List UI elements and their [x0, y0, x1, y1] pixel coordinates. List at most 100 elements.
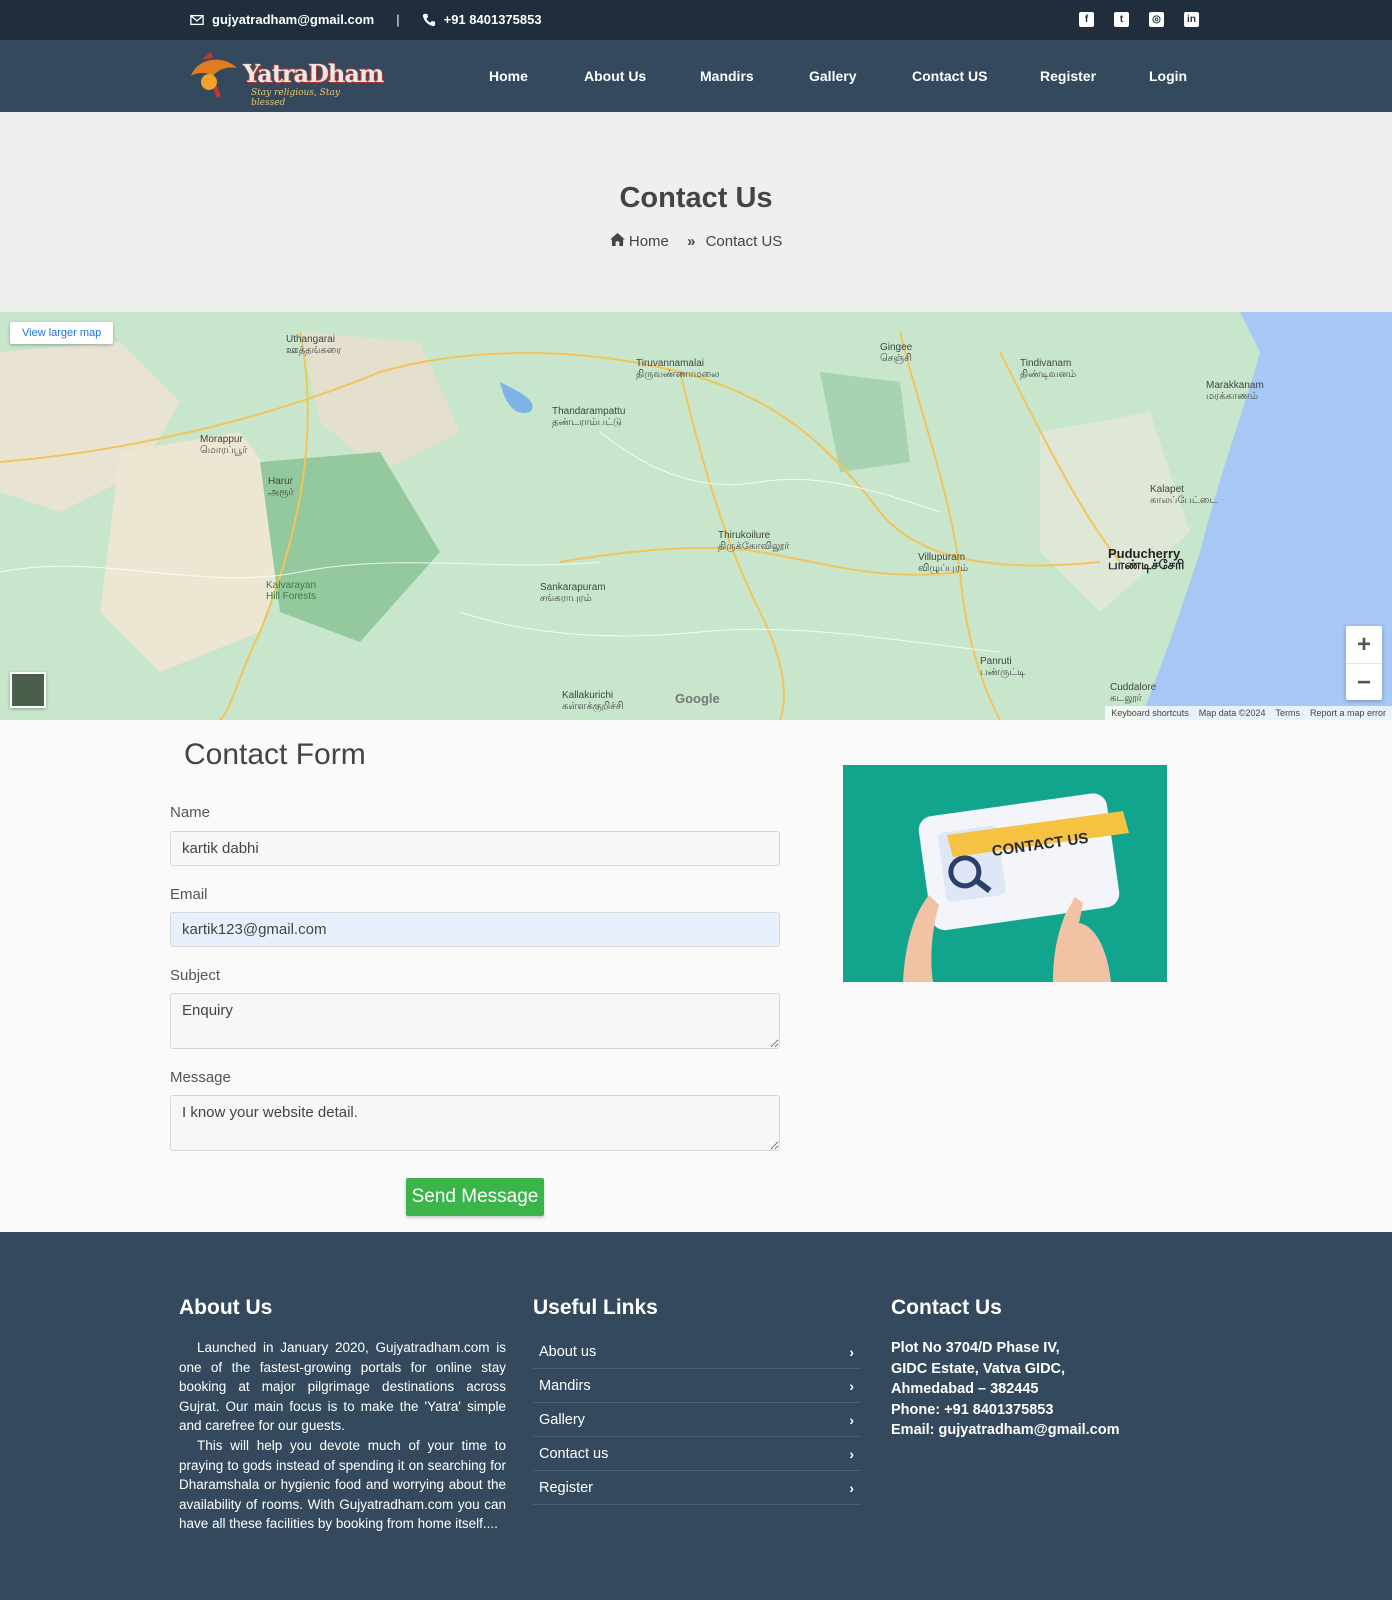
email-input[interactable]	[170, 912, 780, 947]
nav-contact-us[interactable]: Contact US	[912, 68, 987, 84]
chevron-right-icon: ›	[849, 1411, 854, 1428]
top-email[interactable]: gujyatradham@gmail.com	[212, 12, 374, 27]
top-bar: gujyatradham@gmail.com | +91 8401375853 …	[0, 0, 1392, 40]
phone-icon	[422, 13, 435, 26]
map-label: Thirukoilure திருக்கோவிலூர்	[718, 530, 790, 552]
footer-link-mandirs[interactable]: Mandirs ›	[533, 1369, 860, 1403]
double-chevron-icon: »	[687, 232, 696, 250]
terms-link[interactable]: Terms	[1275, 708, 1300, 718]
nav-login[interactable]: Login	[1149, 68, 1187, 84]
contact-form-title: Contact Form	[184, 738, 366, 771]
footer-about-paragraph: Launched in January 2020, Gujyatradham.c…	[179, 1340, 506, 1434]
zoom-out-button[interactable]: −	[1346, 663, 1382, 700]
map-label: Tiruvannamalai திருவண்ணாமலை	[636, 358, 720, 380]
map-label: Kalapet காலப்பேட்டை	[1150, 484, 1218, 506]
home-icon	[609, 232, 625, 250]
address-line: Ahmedabad – 382445	[891, 1381, 1039, 1398]
map-label: Sankarapuram சங்கராபுரம்	[540, 582, 606, 604]
send-message-button[interactable]: Send Message	[406, 1178, 544, 1216]
name-label: Name	[170, 804, 211, 821]
footer-about-text: Launched in January 2020, Gujyatradham.c…	[179, 1338, 506, 1534]
nav-mandirs[interactable]: Mandirs	[700, 68, 754, 84]
zoom-in-button[interactable]: +	[1346, 626, 1382, 663]
address-line: GIDC Estate, Vatva GIDC,	[891, 1360, 1066, 1377]
footer-link-about[interactable]: About us ›	[533, 1335, 860, 1369]
map-attribution: Keyboard shortcuts Map data ©2024 Terms …	[1105, 706, 1392, 720]
subject-input[interactable]: Enquiry	[170, 993, 780, 1049]
top-phone[interactable]: +91 8401375853	[444, 12, 542, 27]
map-label: Puducherry பாண்டிச்சேரி	[1108, 546, 1185, 572]
map-label: Gingee செஞ்சி	[880, 342, 913, 364]
name-input[interactable]	[170, 831, 780, 866]
map-label: Kalvarayan Hill Forests	[266, 580, 317, 602]
logo-text: YatraDham	[243, 59, 384, 88]
linkedin-icon[interactable]: in	[1184, 12, 1199, 27]
page-header: Contact Us Home » Contact US	[0, 112, 1392, 312]
map-label: Harur அரூர்	[268, 476, 294, 498]
social-links: f t ◎ in	[1079, 12, 1199, 27]
address-line: Plot No 3704/D Phase IV,	[891, 1340, 1060, 1356]
google-logo: Google	[675, 691, 720, 706]
breadcrumb: Home » Contact US	[0, 232, 1392, 250]
footer-link-label: Mandirs	[539, 1377, 591, 1394]
footer-about-title: About Us	[179, 1296, 273, 1319]
footer-useful-links: About us › Mandirs › Gallery › Contact us › …	[533, 1335, 860, 1505]
map-label: Tindivanam திண்டிவனம்	[1020, 358, 1077, 380]
footer-link-contact[interactable]: Contact us ›	[533, 1437, 860, 1471]
map-label: Uthangarai ஊத்தங்கரை	[286, 334, 342, 356]
map-label: Villupuram விழுப்புரம்	[918, 552, 969, 574]
footer-email[interactable]: Email: gujyatradham@gmail.com	[891, 1420, 1119, 1441]
logo-umbrella-icon	[191, 52, 237, 98]
footer-link-label: Contact us	[539, 1445, 609, 1462]
subject-label: Subject	[170, 967, 221, 984]
facebook-icon[interactable]: f	[1079, 12, 1094, 27]
footer-phone[interactable]: Phone: +91 8401375853	[891, 1400, 1119, 1421]
nav-gallery[interactable]: Gallery	[809, 68, 856, 84]
google-map[interactable]: Tiruvannamalai திருவண்ணாமலை Puducherry பாண…	[0, 312, 1392, 720]
breadcrumb-home[interactable]: Home	[629, 233, 669, 250]
footer-link-label: Gallery	[539, 1411, 585, 1428]
footer-link-gallery[interactable]: Gallery ›	[533, 1403, 860, 1437]
top-contact-info: gujyatradham@gmail.com | +91 8401375853	[190, 12, 542, 27]
footer-link-label: About us	[539, 1343, 597, 1360]
map-label: Cuddalore கடலூர்	[1110, 682, 1157, 704]
chevron-right-icon: ›	[849, 1343, 854, 1360]
site-logo[interactable]: YatraDham Stay religious, Stay blessed	[187, 46, 384, 108]
footer-link-label: Register	[539, 1479, 593, 1496]
footer-contact-title: Contact Us	[891, 1296, 1002, 1319]
contact-us-illustration: CONTACT US	[843, 765, 1167, 982]
envelope-icon	[190, 14, 204, 25]
footer-about-paragraph: This will help you devote much of your t…	[179, 1437, 506, 1532]
site-footer: About Us Launched in January 2020, Gujya…	[0, 1232, 1392, 1600]
page-title: Contact Us	[619, 182, 773, 214]
map-data-text: Map data ©2024	[1198, 708, 1266, 718]
message-label: Message	[170, 1069, 231, 1086]
nav-register[interactable]: Register	[1040, 68, 1096, 84]
footer-link-register[interactable]: Register ›	[533, 1471, 860, 1505]
email-label: Email	[170, 886, 208, 903]
chevron-right-icon: ›	[849, 1377, 854, 1394]
view-larger-map-link[interactable]: View larger map	[10, 322, 114, 344]
top-separator: |	[396, 12, 400, 27]
footer-address: Plot No 3704/D Phase IV, GIDC Estate, Va…	[891, 1338, 1119, 1441]
twitter-icon[interactable]: t	[1114, 12, 1129, 27]
instagram-icon[interactable]: ◎	[1149, 12, 1164, 27]
chevron-right-icon: ›	[849, 1445, 854, 1462]
map-label: Panruti பண்ருட்டி	[980, 656, 1026, 678]
nav-home[interactable]: Home	[489, 68, 528, 84]
map-label: Kallakurichi கள்ளக்குறிச்சி	[562, 690, 624, 712]
nav-about-us[interactable]: About Us	[584, 68, 646, 84]
map-zoom-controls: + −	[1346, 626, 1382, 700]
logo-tagline: Stay religious, Stay blessed	[251, 88, 340, 108]
map-label: Marakkanam மரக்காணம்	[1206, 380, 1264, 402]
main-navbar: YatraDham Stay religious, Stay blessed H…	[0, 40, 1392, 112]
footer-links-title: Useful Links	[533, 1296, 658, 1319]
keyboard-shortcuts-link[interactable]: Keyboard shortcuts	[1111, 708, 1189, 718]
map-label: Thandarampattu தண்டராம்பட்டு	[552, 406, 626, 428]
satellite-toggle[interactable]	[10, 672, 46, 708]
breadcrumb-current: Contact US	[705, 232, 783, 250]
message-input[interactable]: I know your website detail.	[170, 1095, 780, 1151]
chevron-right-icon: ›	[849, 1479, 854, 1496]
report-error-link[interactable]: Report a map error	[1310, 708, 1386, 718]
map-label: Morappur மொரப்பூர்	[200, 434, 248, 456]
